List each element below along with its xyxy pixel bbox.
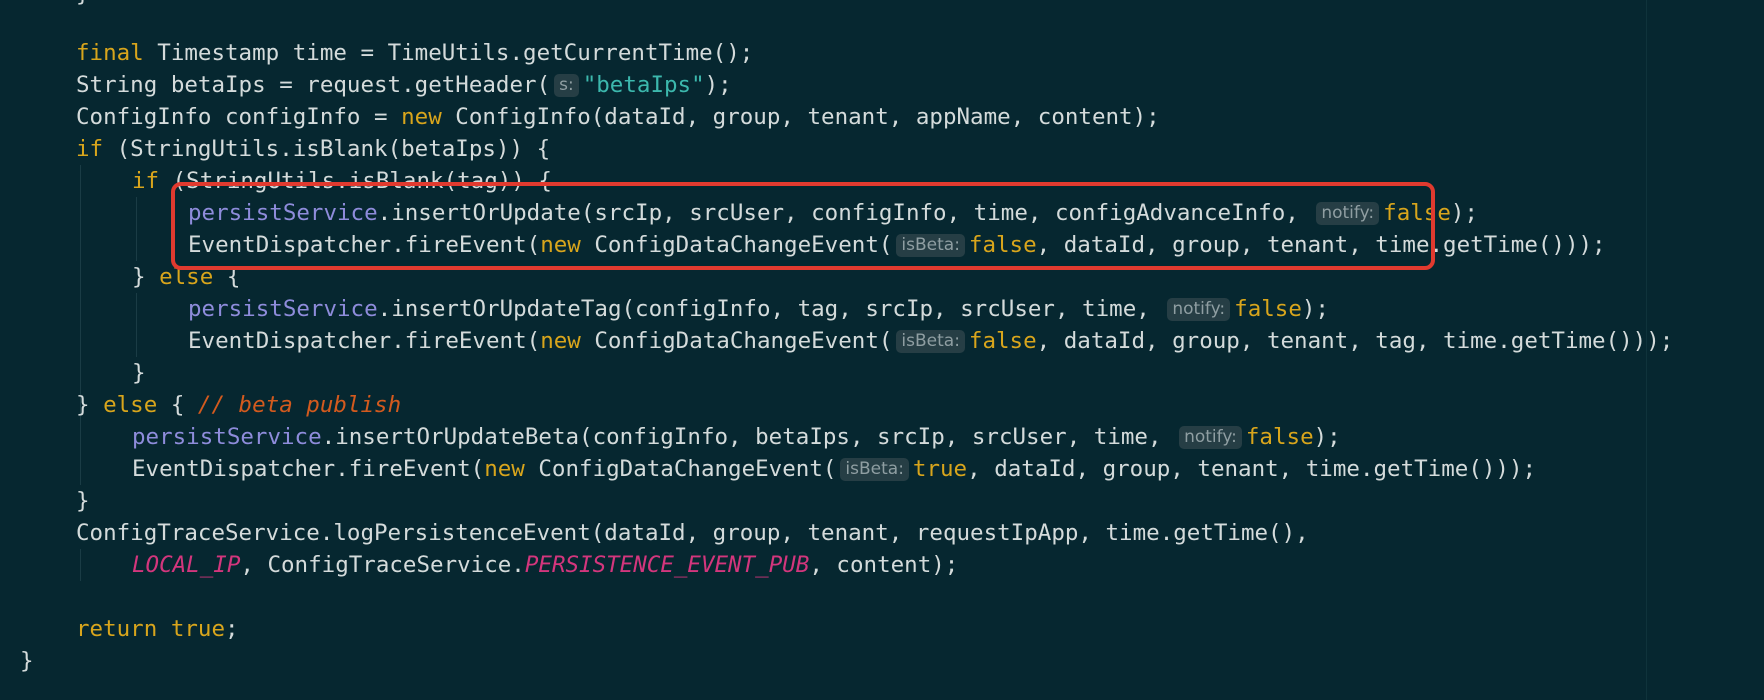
code-token: if [132,168,160,194]
indent-guide [80,549,81,581]
code-token: { [213,264,241,290]
code-token: false [1234,296,1302,322]
code-line[interactable]: return true; [76,613,239,645]
code-line[interactable]: final Timestamp time = TimeUtils.getCurr… [76,37,753,69]
code-token: persistService [188,200,378,226]
code-line[interactable]: if (StringUtils.isBlank(tag)) { [132,165,552,197]
code-token: , content); [809,552,959,578]
code-line[interactable]: EventDispatcher.fireEvent(new ConfigData… [132,453,1536,485]
code-token: EventDispatcher.fireEvent( [188,328,541,354]
code-token: .insertOrUpdateTag(configInfo, tag, srcI… [377,296,1164,322]
code-token: Timestamp time = TimeUtils.getCurrentTim… [143,40,754,66]
code-token: false [968,328,1037,354]
code-token: ConfigTraceService.logPersistenceEvent(d… [76,520,1309,546]
code-line[interactable]: } [76,485,90,517]
code-line[interactable]: LOCAL_IP, ConfigTraceService.PERSISTENCE… [132,549,958,581]
code-line[interactable]: if (StringUtils.isBlank(betaIps)) { [76,133,550,165]
parameter-hint: isBeta: [896,234,965,257]
parameter-hint: notify: [1316,202,1380,225]
code-token: .insertOrUpdate(srcIp, srcUser, configIn… [377,200,1313,226]
code-token: true [912,456,968,482]
code-token: final [76,40,144,66]
code-token: EventDispatcher.fireEvent( [132,456,485,482]
code-token: } [132,264,160,290]
code-token: .insertOrUpdateBeta(configInfo, betaIps,… [321,424,1176,450]
code-token: } [76,488,90,514]
code-line[interactable]: ConfigTraceService.logPersistenceEvent(d… [76,517,1309,549]
code-token: (StringUtils.isBlank(tag)) { [159,168,552,194]
code-token: ConfigDataChangeEvent( [580,328,893,354]
code-token: if [76,136,104,162]
code-line[interactable]: } else { // beta publish [76,389,401,421]
code-token: { [157,392,198,418]
code-token: // beta publish [197,392,402,418]
code-token: false [968,232,1037,258]
code-token: , dataId, group, tenant, tag, time.getTi… [1036,328,1674,354]
parameter-hint: isBeta: [896,330,965,353]
code-token: ConfigInfo(dataId, group, tenant, appNam… [441,104,1160,130]
code-token: (StringUtils.isBlank(betaIps)) { [103,136,551,162]
code-token: ); [1450,200,1478,226]
parameter-hint: isBeta: [840,458,909,481]
code-token: persistService [188,296,378,322]
indent-guide [136,197,137,261]
code-token: else [159,264,214,290]
indent-guide [80,165,81,485]
code-line[interactable]: } [20,645,34,677]
code-token: false [1383,200,1451,226]
code-line[interactable]: ConfigInfo configInfo = new ConfigInfo(d… [76,101,1160,133]
code-line[interactable]: } [132,357,146,389]
code-token: new [484,456,525,482]
code-line[interactable]: persistService.insertOrUpdateTag(configI… [188,293,1329,325]
code-line[interactable]: persistService.insertOrUpdate(srcIp, src… [188,197,1478,229]
code-token: ; [225,616,239,642]
code-token: new [401,104,442,130]
code-token: } [132,360,146,386]
code-line[interactable]: EventDispatcher.fireEvent(new ConfigData… [188,229,1606,261]
code-token: String betaIps = request.getHeader( [76,72,551,98]
code-editor[interactable]: } final Timestamp time = TimeUtils.getCu… [0,0,1764,700]
parameter-hint: s: [554,74,579,97]
parameter-hint: notify: [1167,298,1231,321]
code-token: new [540,328,581,354]
indent-guide [136,293,137,357]
code-line[interactable]: String betaIps = request.getHeader(s: "be… [76,69,732,101]
code-token: "betaIps" [582,72,705,98]
code-line[interactable]: persistService.insertOrUpdateBeta(config… [132,421,1341,453]
code-token: return [76,616,158,642]
code-token: new [540,232,581,258]
code-token: ); [1301,296,1329,322]
code-token: false [1245,424,1314,450]
code-token: ConfigDataChangeEvent( [524,456,837,482]
code-token: EventDispatcher.fireEvent( [188,232,541,258]
code-token: , dataId, group, tenant, time.getTime())… [1036,232,1606,258]
code-token: LOCAL_IP [132,552,241,578]
code-line[interactable]: EventDispatcher.fireEvent(new ConfigData… [188,325,1673,357]
code-token: ); [1313,424,1341,450]
parameter-hint: notify: [1179,426,1242,449]
code-token: PERSISTENCE_EVENT_PUB [524,552,810,578]
code-token: ConfigDataChangeEvent( [580,232,893,258]
code-token: ); [704,72,732,98]
code-token: } [20,648,34,674]
code-token: , dataId, group, tenant, time.getTime())… [967,456,1537,482]
code-line[interactable]: } else { [132,261,240,293]
code-token: else [103,392,158,418]
code-token: } [76,392,104,418]
code-token: ConfigInfo configInfo = [76,104,402,130]
code-token: persistService [132,424,322,450]
previous-block-brace: } [76,0,89,7]
code-token: true [170,616,226,642]
code-token: , ConfigTraceService. [240,552,525,578]
